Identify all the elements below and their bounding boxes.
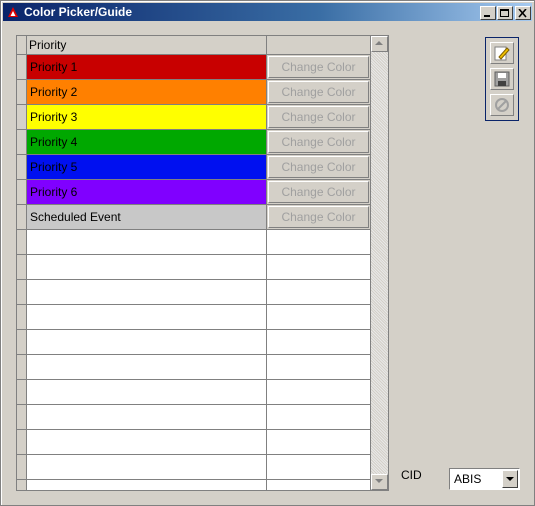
title-bar[interactable]: Color Picker/Guide bbox=[3, 3, 532, 21]
edit-icon bbox=[494, 46, 510, 61]
row-header[interactable] bbox=[17, 380, 27, 405]
empty-cell bbox=[267, 355, 371, 380]
priority-label-cell: Priority 4 bbox=[27, 130, 267, 155]
change-color-button[interactable]: Change Color bbox=[268, 181, 369, 203]
priority-label-cell: Priority 6 bbox=[27, 180, 267, 205]
priority-label-cell: Scheduled Event bbox=[27, 205, 267, 230]
close-button[interactable] bbox=[515, 6, 531, 20]
change-color-cell: Change Color bbox=[267, 55, 371, 80]
empty-cell bbox=[27, 305, 267, 330]
empty-cell bbox=[27, 355, 267, 380]
empty-cell bbox=[27, 380, 267, 405]
change-color-cell: Change Color bbox=[267, 80, 371, 105]
empty-cell bbox=[27, 455, 267, 480]
row-header[interactable] bbox=[17, 105, 27, 130]
chevron-down-icon bbox=[506, 477, 514, 481]
scroll-up-button[interactable] bbox=[371, 36, 388, 52]
empty-cell bbox=[27, 430, 267, 455]
row-header[interactable] bbox=[17, 405, 27, 430]
cid-select-value: ABIS bbox=[454, 472, 482, 486]
row-header[interactable] bbox=[17, 330, 27, 355]
row-header[interactable] bbox=[17, 355, 27, 380]
empty-cell bbox=[267, 305, 371, 330]
priority-label-cell: Priority 3 bbox=[27, 105, 267, 130]
close-icon bbox=[518, 9, 527, 18]
empty-cell bbox=[267, 455, 371, 480]
empty-cell bbox=[267, 230, 371, 255]
cancel-button[interactable] bbox=[490, 94, 514, 116]
row-header[interactable] bbox=[17, 305, 27, 330]
row-header[interactable] bbox=[17, 180, 27, 205]
row-header[interactable] bbox=[17, 255, 27, 280]
vertical-scrollbar[interactable] bbox=[371, 36, 388, 490]
empty-cell bbox=[27, 330, 267, 355]
arrow-up-icon bbox=[375, 41, 383, 45]
empty-cell bbox=[267, 330, 371, 355]
empty-cell bbox=[267, 480, 371, 490]
change-color-button[interactable]: Change Color bbox=[268, 206, 369, 228]
arrow-down-icon bbox=[375, 479, 383, 483]
change-color-button[interactable]: Change Color bbox=[268, 81, 369, 103]
change-color-button[interactable]: Change Color bbox=[268, 106, 369, 128]
priority-label-cell: Priority 1 bbox=[27, 55, 267, 80]
row-header[interactable] bbox=[17, 205, 27, 230]
column-header-action[interactable] bbox=[267, 36, 371, 55]
empty-cell bbox=[27, 230, 267, 255]
row-header[interactable] bbox=[17, 130, 27, 155]
empty-cell bbox=[267, 405, 371, 430]
priority-label-cell: Priority 5 bbox=[27, 155, 267, 180]
minimize-icon bbox=[484, 15, 490, 17]
empty-cell bbox=[267, 255, 371, 280]
row-header[interactable] bbox=[17, 455, 27, 480]
color-picker-window: Color Picker/Guide Priority Priority 1 Ch… bbox=[0, 0, 535, 506]
change-color-cell: Change Color bbox=[267, 180, 371, 205]
row-header[interactable] bbox=[17, 430, 27, 455]
edit-button[interactable] bbox=[490, 42, 514, 64]
empty-cell bbox=[27, 480, 267, 490]
empty-cell bbox=[27, 255, 267, 280]
window-title: Color Picker/Guide bbox=[24, 5, 133, 19]
empty-cell bbox=[267, 430, 371, 455]
row-header[interactable] bbox=[17, 230, 27, 255]
minimize-button[interactable] bbox=[480, 6, 496, 20]
save-button[interactable] bbox=[490, 68, 514, 90]
change-color-button[interactable]: Change Color bbox=[268, 56, 369, 78]
empty-cell bbox=[27, 405, 267, 430]
empty-cell bbox=[267, 280, 371, 305]
empty-cell bbox=[27, 280, 267, 305]
maximize-button[interactable] bbox=[497, 6, 513, 20]
maximize-icon bbox=[500, 9, 509, 17]
priority-color-table: Priority Priority 1 Change Color Priority … bbox=[16, 35, 389, 491]
row-header[interactable] bbox=[17, 280, 27, 305]
change-color-button[interactable]: Change Color bbox=[268, 156, 369, 178]
empty-cell bbox=[267, 380, 371, 405]
row-header[interactable] bbox=[17, 480, 27, 490]
side-toolbar bbox=[485, 37, 519, 121]
change-color-cell: Change Color bbox=[267, 205, 371, 230]
save-icon bbox=[494, 71, 510, 87]
change-color-cell: Change Color bbox=[267, 130, 371, 155]
app-icon bbox=[8, 7, 18, 17]
column-header-priority[interactable]: Priority bbox=[27, 36, 267, 55]
scroll-down-button[interactable] bbox=[371, 474, 388, 490]
row-header[interactable] bbox=[17, 155, 27, 180]
cid-label: CID bbox=[401, 468, 422, 482]
priority-label-cell: Priority 2 bbox=[27, 80, 267, 105]
row-header-corner bbox=[17, 36, 27, 55]
cid-dropdown-button[interactable] bbox=[502, 470, 518, 488]
cid-select[interactable]: ABIS bbox=[449, 468, 520, 490]
row-header[interactable] bbox=[17, 80, 27, 105]
change-color-button[interactable]: Change Color bbox=[268, 131, 369, 153]
cancel-icon bbox=[495, 98, 509, 112]
change-color-cell: Change Color bbox=[267, 105, 371, 130]
change-color-cell: Change Color bbox=[267, 155, 371, 180]
row-header[interactable] bbox=[17, 55, 27, 80]
